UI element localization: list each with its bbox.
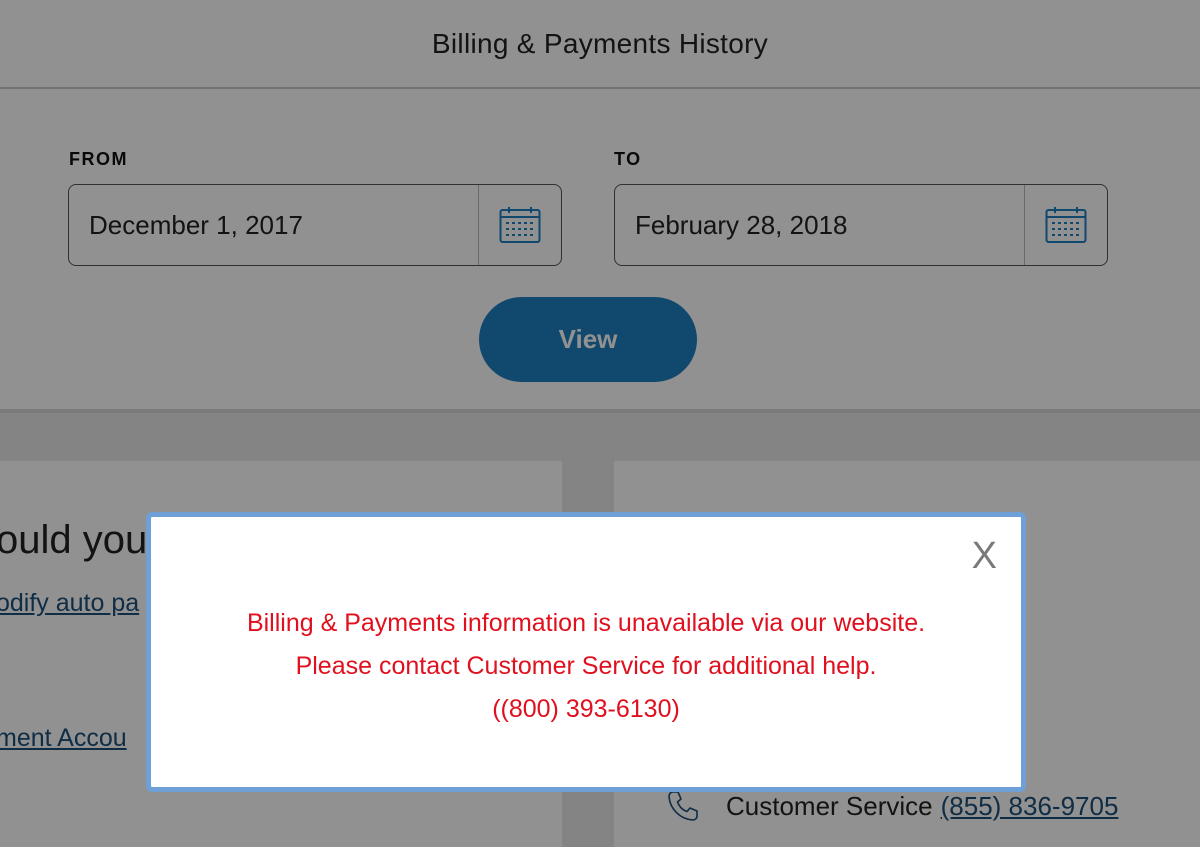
modal-message: Billing & Payments information is unavai… [151, 602, 1021, 731]
modal-message-line-1: Billing & Payments information is unavai… [246, 609, 926, 637]
close-button[interactable]: X [972, 537, 997, 575]
modal-message-line-2: Please contact Customer Service for addi… [295, 652, 877, 680]
unavailable-modal: X Billing & Payments information is unav… [146, 512, 1026, 792]
modal-phone-number: ((800) 393-6130) [492, 695, 680, 723]
